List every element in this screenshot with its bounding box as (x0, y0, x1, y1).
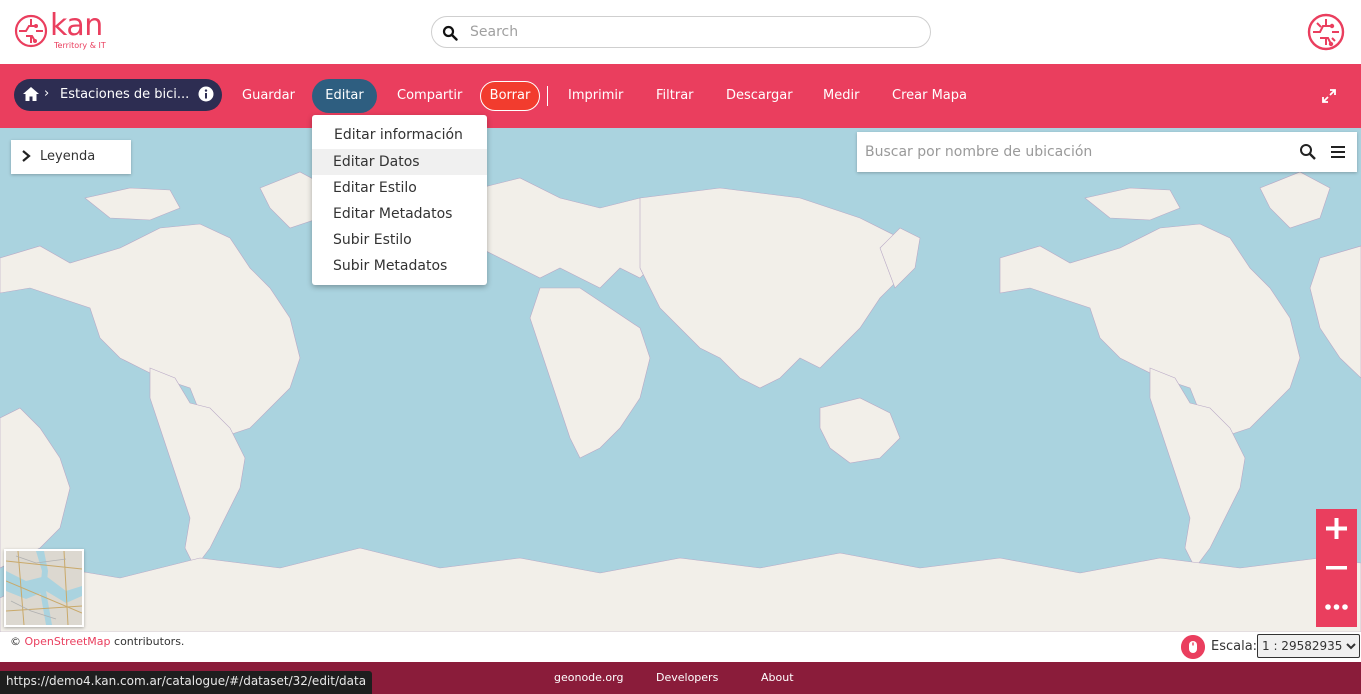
edit-dropdown-menu: Editar información Editar Datos Editar E… (312, 115, 487, 285)
medir-button[interactable]: Medir (823, 88, 859, 103)
map-canvas[interactable] (0, 128, 1361, 632)
logo-mark-icon (14, 14, 48, 48)
breadcrumb: › Estaciones de bici... (14, 79, 222, 111)
attribution-suffix: contributors. (114, 635, 185, 648)
scale-select[interactable]: 1 : 295829355 (1257, 634, 1360, 658)
mouse-position-icon[interactable] (1181, 635, 1205, 659)
status-url-tooltip: https://demo4.kan.com.ar/catalogue/#/dat… (0, 671, 373, 694)
footer-link-about[interactable]: About (761, 671, 794, 684)
menu-item-editar-estilo[interactable]: Editar Estilo (312, 175, 487, 201)
zoom-controls (1316, 509, 1357, 627)
crear-mapa-button[interactable]: Crear Mapa (892, 88, 967, 103)
guardar-button[interactable]: Guardar (242, 88, 295, 103)
attribution-text: © OpenStreetMap contributors. (10, 635, 184, 648)
menu-item-editar-metadatos[interactable]: Editar Metadatos (312, 201, 487, 227)
descargar-button[interactable]: Descargar (726, 88, 793, 103)
breadcrumb-title[interactable]: Estaciones de bici... (60, 87, 189, 102)
menu-item-editar-datos[interactable]: Editar Datos (312, 149, 487, 175)
world-map (0, 128, 1361, 632)
compartir-button[interactable]: Compartir (397, 88, 462, 103)
kan-logo[interactable]: kan Territory & IT (14, 8, 110, 54)
zoom-out-icon[interactable] (1316, 548, 1357, 587)
borrar-button[interactable]: Borrar (480, 81, 540, 111)
osm-link[interactable]: OpenStreetMap (25, 635, 111, 648)
search-input[interactable] (470, 21, 920, 43)
more-options-icon[interactable] (1316, 588, 1357, 627)
attribution-bar: © OpenStreetMap contributors. Escala: 1 … (0, 632, 1361, 662)
footer-link-developers[interactable]: Developers (656, 671, 718, 684)
home-icon[interactable] (22, 86, 40, 102)
scale-label: Escala: (1211, 639, 1258, 654)
menu-icon[interactable] (1330, 144, 1346, 160)
minimap-thumbnail (5, 550, 83, 626)
filtrar-button[interactable]: Filtrar (656, 88, 694, 103)
chevron-right-icon (22, 150, 31, 162)
fullscreen-icon[interactable] (1321, 88, 1337, 104)
footer-link-geonode[interactable]: geonode.org (554, 671, 623, 684)
top-header: kan Territory & IT (0, 0, 1361, 64)
editar-button[interactable]: Editar (312, 79, 377, 113)
info-icon[interactable] (198, 86, 214, 102)
legend-toggle[interactable]: Leyenda (11, 140, 131, 174)
overview-minimap[interactable] (4, 549, 84, 627)
search-icon (442, 25, 458, 41)
imprimir-button[interactable]: Imprimir (568, 88, 623, 103)
global-search (431, 16, 931, 48)
logo-text: kan (50, 8, 103, 43)
chevron-right-icon: › (44, 86, 50, 101)
location-search-input[interactable] (865, 140, 1285, 164)
copyright-symbol: © (10, 635, 21, 648)
menu-item-editar-informacion[interactable]: Editar información (312, 122, 487, 148)
map-toolbar: › Estaciones de bici... Guardar Editar C… (0, 64, 1361, 128)
user-avatar-icon[interactable] (1307, 13, 1345, 51)
logo-subtitle: Territory & IT (54, 41, 106, 50)
search-icon[interactable] (1299, 143, 1317, 161)
menu-item-subir-estilo[interactable]: Subir Estilo (312, 227, 487, 253)
toolbar-divider (547, 86, 548, 106)
location-search (857, 132, 1357, 172)
zoom-in-icon[interactable] (1316, 509, 1357, 548)
menu-item-subir-metadatos[interactable]: Subir Metadatos (312, 253, 487, 279)
legend-label: Leyenda (40, 149, 96, 164)
